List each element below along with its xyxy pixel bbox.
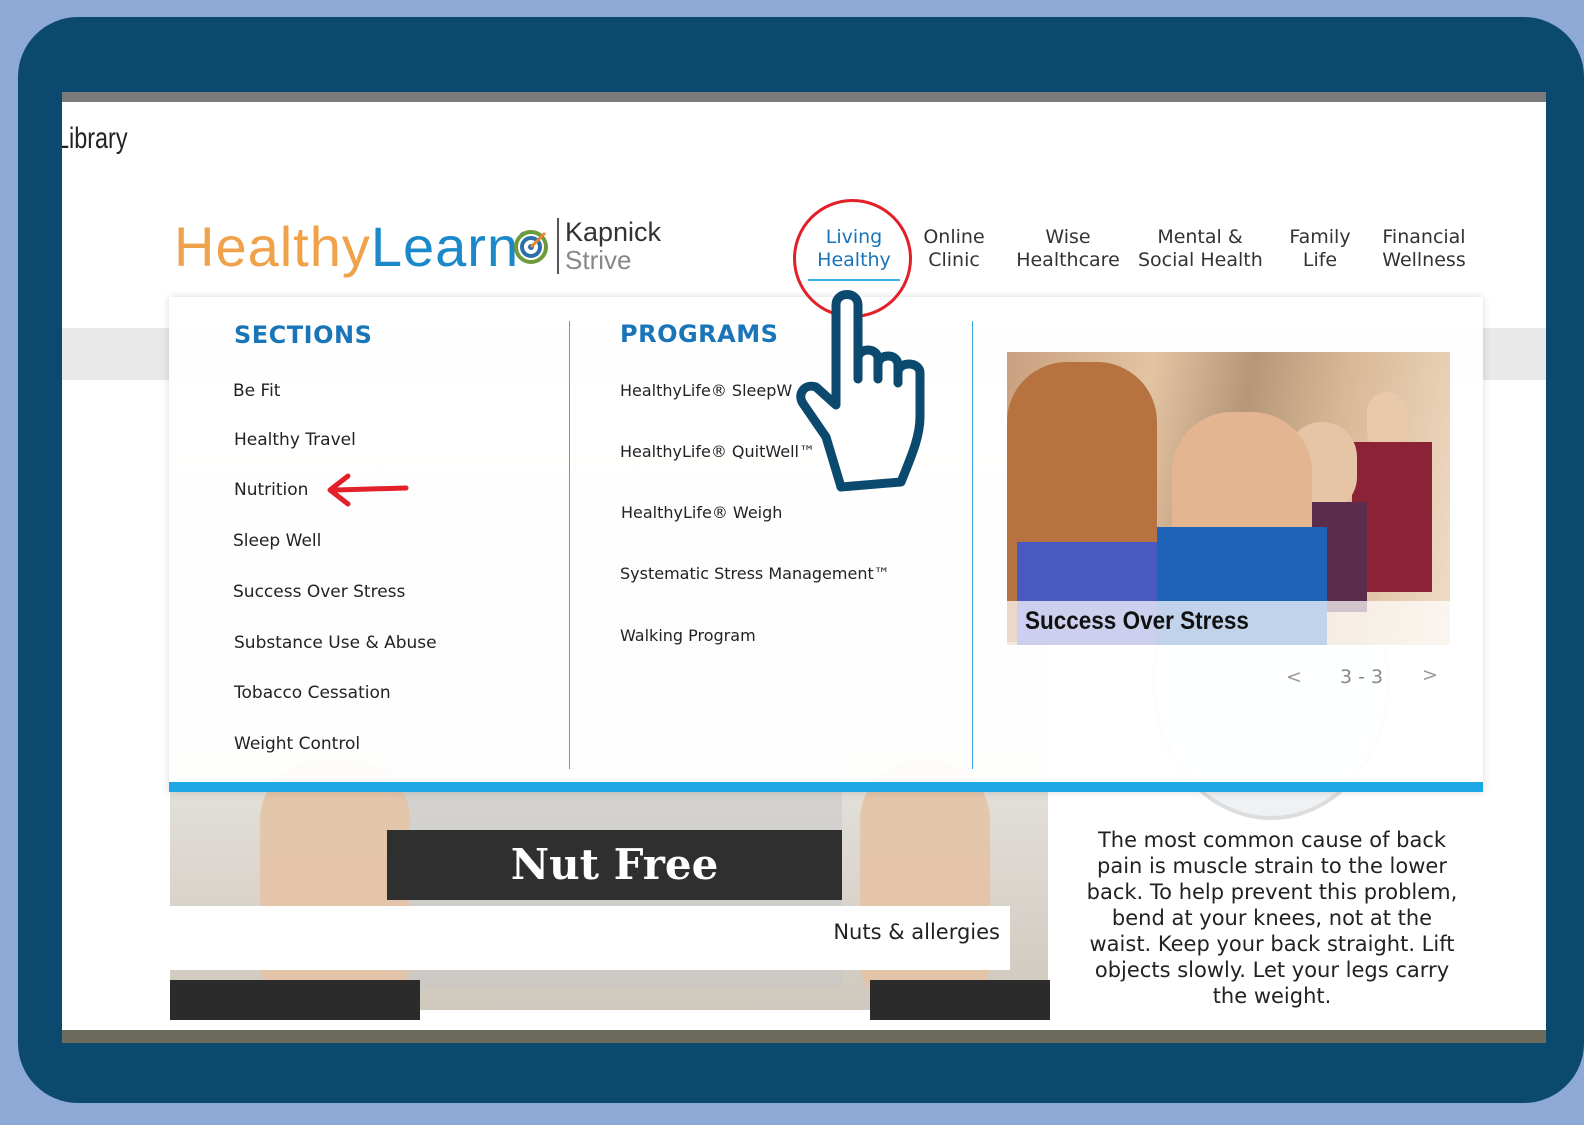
program-link-walking[interactable]: Walking Program xyxy=(620,626,756,645)
menu-link-tobacco-cessation[interactable]: Tobacco Cessation xyxy=(234,683,391,703)
menu-link-substance-use[interactable]: Substance Use & Abuse xyxy=(234,633,437,653)
bottom-strip xyxy=(62,1030,1546,1043)
strive-label: Strive xyxy=(565,245,632,275)
healthylearn-logo[interactable]: HealthyLearn® xyxy=(174,214,530,279)
menu-divider-2 xyxy=(972,321,973,769)
menu-divider-1 xyxy=(569,321,570,769)
carousel-next-button[interactable]: > xyxy=(1422,664,1438,686)
nav-label-line1: Online xyxy=(923,226,985,248)
logo-healthy: Healthy xyxy=(174,215,371,278)
nav-financial-wellness[interactable]: Financial Wellness xyxy=(1374,226,1474,272)
promo-image[interactable]: Success Over Stress xyxy=(1007,352,1450,645)
carousel-prev-button[interactable]: < xyxy=(1286,666,1302,688)
program-link-stress-management[interactable]: Systematic Stress Management™ xyxy=(620,564,890,583)
nav-family-life[interactable]: Family Life xyxy=(1278,226,1362,272)
right-sleeve xyxy=(870,980,1050,1020)
menu-link-healthy-travel[interactable]: Healthy Travel xyxy=(234,430,356,450)
screenshot-area: Library Nut Free Nuts & allergies The mo… xyxy=(62,92,1546,1043)
article-caption-bar: Nuts & allergies xyxy=(170,906,1010,970)
nav-label-line2: Wellness xyxy=(1382,249,1466,271)
program-link-weigh[interactable]: HealthyLife® Weigh xyxy=(621,503,782,522)
kapnick-strive-logo: Kapnick Strive xyxy=(557,218,661,274)
nav-label-line2: Clinic xyxy=(928,249,980,271)
tip-text: The most common cause of back pain is mu… xyxy=(1086,828,1458,1008)
nav-mental-social-health[interactable]: Mental & Social Health xyxy=(1138,226,1263,272)
nav-label-line2: Social Health xyxy=(1138,249,1263,271)
top-band xyxy=(62,92,1546,102)
nut-free-label: Nut Free xyxy=(510,840,719,889)
article-caption[interactable]: Nuts & allergies xyxy=(833,920,1000,944)
nav-label-line1: Wise xyxy=(1045,226,1091,248)
kapnick-label: Kapnick xyxy=(565,217,662,247)
program-link-quitwell[interactable]: HealthyLife® QuitWell™ xyxy=(620,442,815,461)
menu-link-sleep-well[interactable]: Sleep Well xyxy=(233,531,321,551)
nav-wise-healthcare[interactable]: Wise Healthcare xyxy=(1014,226,1122,272)
mega-menu-bottom-bar xyxy=(169,782,1483,792)
programs-heading: PROGRAMS xyxy=(620,320,779,348)
menu-link-success-over-stress[interactable]: Success Over Stress xyxy=(233,582,405,602)
red-arrow-icon xyxy=(327,473,409,507)
library-title: Library xyxy=(62,122,128,155)
promo-caption-bar: Success Over Stress xyxy=(1007,601,1450,645)
program-link-sleepwell[interactable]: HealthyLife® SleepW xyxy=(620,381,792,400)
nav-label-line2: Healthcare xyxy=(1016,249,1120,271)
nut-free-label-strip: Nut Free xyxy=(387,830,842,900)
promo-caption: Success Over Stress xyxy=(1025,607,1249,635)
left-sleeve xyxy=(170,980,420,1020)
target-logo-icon xyxy=(514,230,548,264)
nav-label-line1: Financial xyxy=(1382,226,1466,248)
logo-learn: Learn xyxy=(370,215,520,278)
nav-label-line1: Family xyxy=(1289,226,1351,248)
pointing-hand-icon xyxy=(796,290,925,492)
carousel-page-indicator: 3 - 3 xyxy=(1340,666,1384,688)
nav-online-clinic[interactable]: Online Clinic xyxy=(912,226,996,272)
nav-label-line1: Mental & xyxy=(1157,226,1243,248)
menu-link-weight-control[interactable]: Weight Control xyxy=(234,734,360,754)
menu-link-nutrition[interactable]: Nutrition xyxy=(234,480,308,500)
menu-link-be-fit[interactable]: Be Fit xyxy=(233,381,280,401)
nav-label-line2: Life xyxy=(1302,249,1338,271)
sections-heading: SECTIONS xyxy=(234,321,373,349)
